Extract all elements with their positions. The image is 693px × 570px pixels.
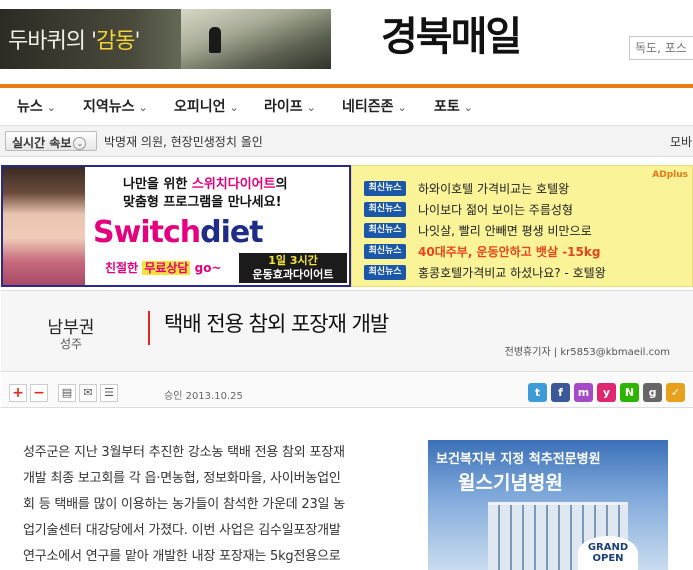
model-photo xyxy=(3,167,85,285)
sub-section-name: 성주 xyxy=(59,337,83,351)
chevron-down-icon: ⌄ xyxy=(306,101,316,114)
cyclist-figure xyxy=(209,27,221,53)
article-body: 성주군은 지난 3월부터 추진한 강소농 택배 전용 참외 포장재 개발 최종 … xyxy=(23,440,407,570)
nav-item-life[interactable]: 라이프 ⌄ xyxy=(264,96,316,116)
nav-label: 네티즌존 xyxy=(342,99,394,115)
article-title: 택배 전용 참외 포장재 개발 xyxy=(164,312,389,336)
font-increase-button[interactable]: + xyxy=(9,384,27,402)
body-line: 업기술센터 대강당에서 가졌다. 이번 사업은 김수일포장개발 xyxy=(23,523,341,538)
realtime-breaking-button[interactable]: 실시간 속보 ⌄ xyxy=(5,131,97,151)
me2day-icon[interactable]: m xyxy=(574,383,593,402)
google-icon[interactable]: g xyxy=(643,383,662,402)
body-line: 성주군은 지난 3월부터 추진한 강소농 택배 전용 참외 포장재 xyxy=(23,445,345,460)
adplus-news-box: ADplus 최신뉴스 하와이호텔 가격비교는 호텔왕 최신뉴스 나이보다 젊어 보… xyxy=(351,165,693,287)
facebook-icon[interactable]: f xyxy=(551,383,570,402)
chevron-down-icon: ⌄ xyxy=(73,137,87,150)
naver-icon[interactable]: N xyxy=(620,383,639,402)
nav-item-netizen[interactable]: 네티즌존 ⌄ xyxy=(342,96,407,116)
adplus-logo: ADplus xyxy=(652,170,688,180)
ad-headline: 나만을 위한 스위치다이어트의 xyxy=(123,177,288,192)
email-icon[interactable]: ✉ xyxy=(79,384,97,402)
search-input[interactable] xyxy=(629,36,693,60)
article-byline: 전병휴기자 | kr5853@kbmaeil.com xyxy=(504,347,670,358)
body-line: 연구소에서 연구를 맡아 개발한 내장 포장재는 5kg전용으로 xyxy=(23,549,341,564)
ad-brand: Switchdiet xyxy=(93,215,264,250)
font-decrease-button[interactable]: − xyxy=(30,384,48,402)
nav-label: 뉴스 xyxy=(17,99,43,115)
banner-text: 두바퀴의 '감동' xyxy=(8,29,141,54)
news-tag: 최신뉴스 xyxy=(364,265,406,280)
nav-item-photo[interactable]: 포토 ⌄ xyxy=(434,96,473,116)
list-item[interactable]: 최신뉴스 하와이호텔 가격비교는 호텔왕 xyxy=(364,178,569,196)
chevron-down-icon: ⌄ xyxy=(229,101,239,114)
ad-subheadline: 맞춤형 프로그램을 만나세요! xyxy=(123,195,282,210)
breaking-news-bar: 실시간 속보 ⌄ 박명재 의원, 현장민생정치 올인 모바 xyxy=(0,126,693,157)
nav-item-local-news[interactable]: 지역뉴스 ⌄ xyxy=(83,96,148,116)
ad-line: 보건복지부 지정 척추전문병원 xyxy=(436,452,601,467)
news-link[interactable]: 홍콩호텔가격비교 하셨나요? - 호텔왕 xyxy=(418,264,606,281)
list-item[interactable]: 최신뉴스 나잇살, 빨리 안빼면 평생 비만으로 xyxy=(364,220,592,238)
list-item[interactable]: 최신뉴스 40대주부, 운동안하고 뱃살 -15kg xyxy=(364,241,600,259)
nav-label: 지역뉴스 xyxy=(83,99,135,115)
breaking-headline[interactable]: 박명재 의원, 현장민생정치 올인 xyxy=(104,133,263,150)
list-item[interactable]: 최신뉴스 나이보다 젊어 보이는 주름성형 xyxy=(364,199,573,217)
site-logo[interactable]: 경북매일 xyxy=(381,12,581,62)
chevron-down-icon: ⌄ xyxy=(463,101,473,114)
news-tag: 최신뉴스 xyxy=(364,244,406,259)
chevron-down-icon: ⌄ xyxy=(46,101,56,114)
article-header: 남부권 성주 택배 전용 참외 포장재 개발 전병휴기자 | kr5853@kb… xyxy=(1,290,693,372)
chevron-down-icon: ⌄ xyxy=(397,101,407,114)
mobile-link[interactable]: 모바 xyxy=(670,133,692,150)
ad-consult: 친절한 무료상담 go~ xyxy=(105,261,222,275)
body-line: 회 등 택배를 많이 이용하는 농가들이 참석한 가운데 23일 농 xyxy=(23,497,346,512)
ad-badge: 1일 3시간 운동효과다이어트 xyxy=(239,253,347,283)
yozm-icon[interactable]: y xyxy=(597,383,616,402)
bookmark-icon[interactable]: ✓ xyxy=(666,383,685,402)
twitter-icon[interactable]: t xyxy=(528,383,547,402)
print-icon[interactable]: ▤ xyxy=(58,384,76,402)
chevron-down-icon: ⌄ xyxy=(138,101,148,114)
news-link[interactable]: 하와이호텔 가격비교는 호텔왕 xyxy=(418,180,569,197)
nav-label: 오피니언 xyxy=(174,99,226,115)
article-toolbar: + − ▤ ✉ ☰ 승인 2013.10.25 t f m y N g ✓ xyxy=(1,373,693,408)
top-banner-ad[interactable]: 두바퀴의 '감동' xyxy=(0,9,331,69)
title-accent-bar xyxy=(148,311,150,345)
publish-date: 승인 2013.10.25 xyxy=(164,391,243,402)
grand-open-badge: GRAND OPEN xyxy=(578,536,638,570)
scrap-icon[interactable]: ☰ xyxy=(100,384,118,402)
news-link[interactable]: 40대주부, 운동안하고 뱃살 -15kg xyxy=(418,243,600,260)
news-tag: 최신뉴스 xyxy=(364,202,406,217)
main-nav: 뉴스 ⌄ 지역뉴스 ⌄ 오피니언 ⌄ 라이프 ⌄ 네티즌존 ⌄ 포토 ⌄ xyxy=(0,88,693,126)
nav-item-opinion[interactable]: 오피니언 ⌄ xyxy=(174,96,239,116)
nav-label: 포토 xyxy=(434,99,460,115)
news-link[interactable]: 나잇살, 빨리 안빼면 평생 비만으로 xyxy=(418,222,592,239)
news-tag: 최신뉴스 xyxy=(364,223,406,238)
banner-photo xyxy=(181,9,331,69)
body-line: 개발 최종 보고회를 각 읍·면농협, 정보화마을, 사이버농업인 xyxy=(23,471,341,486)
switchdiet-ad[interactable]: 나만을 위한 스위치다이어트의 맞춤형 프로그램을 만나세요! Switchdi… xyxy=(1,165,351,287)
ad-hospital-name: 윌스기념병원 xyxy=(458,472,563,494)
list-item[interactable]: 최신뉴스 홍콩호텔가격비교 하셨나요? - 호텔왕 xyxy=(364,262,606,280)
news-link[interactable]: 나이보다 젊어 보이는 주름성형 xyxy=(418,201,573,218)
hospital-ad[interactable]: 보건복지부 지정 척추전문병원 윌스기념병원 GRAND OPEN xyxy=(428,440,668,570)
news-tag: 최신뉴스 xyxy=(364,181,406,196)
button-label: 실시간 속보 xyxy=(12,136,72,150)
nav-item-news[interactable]: 뉴스 ⌄ xyxy=(17,96,56,116)
nav-label: 라이프 xyxy=(264,99,303,115)
